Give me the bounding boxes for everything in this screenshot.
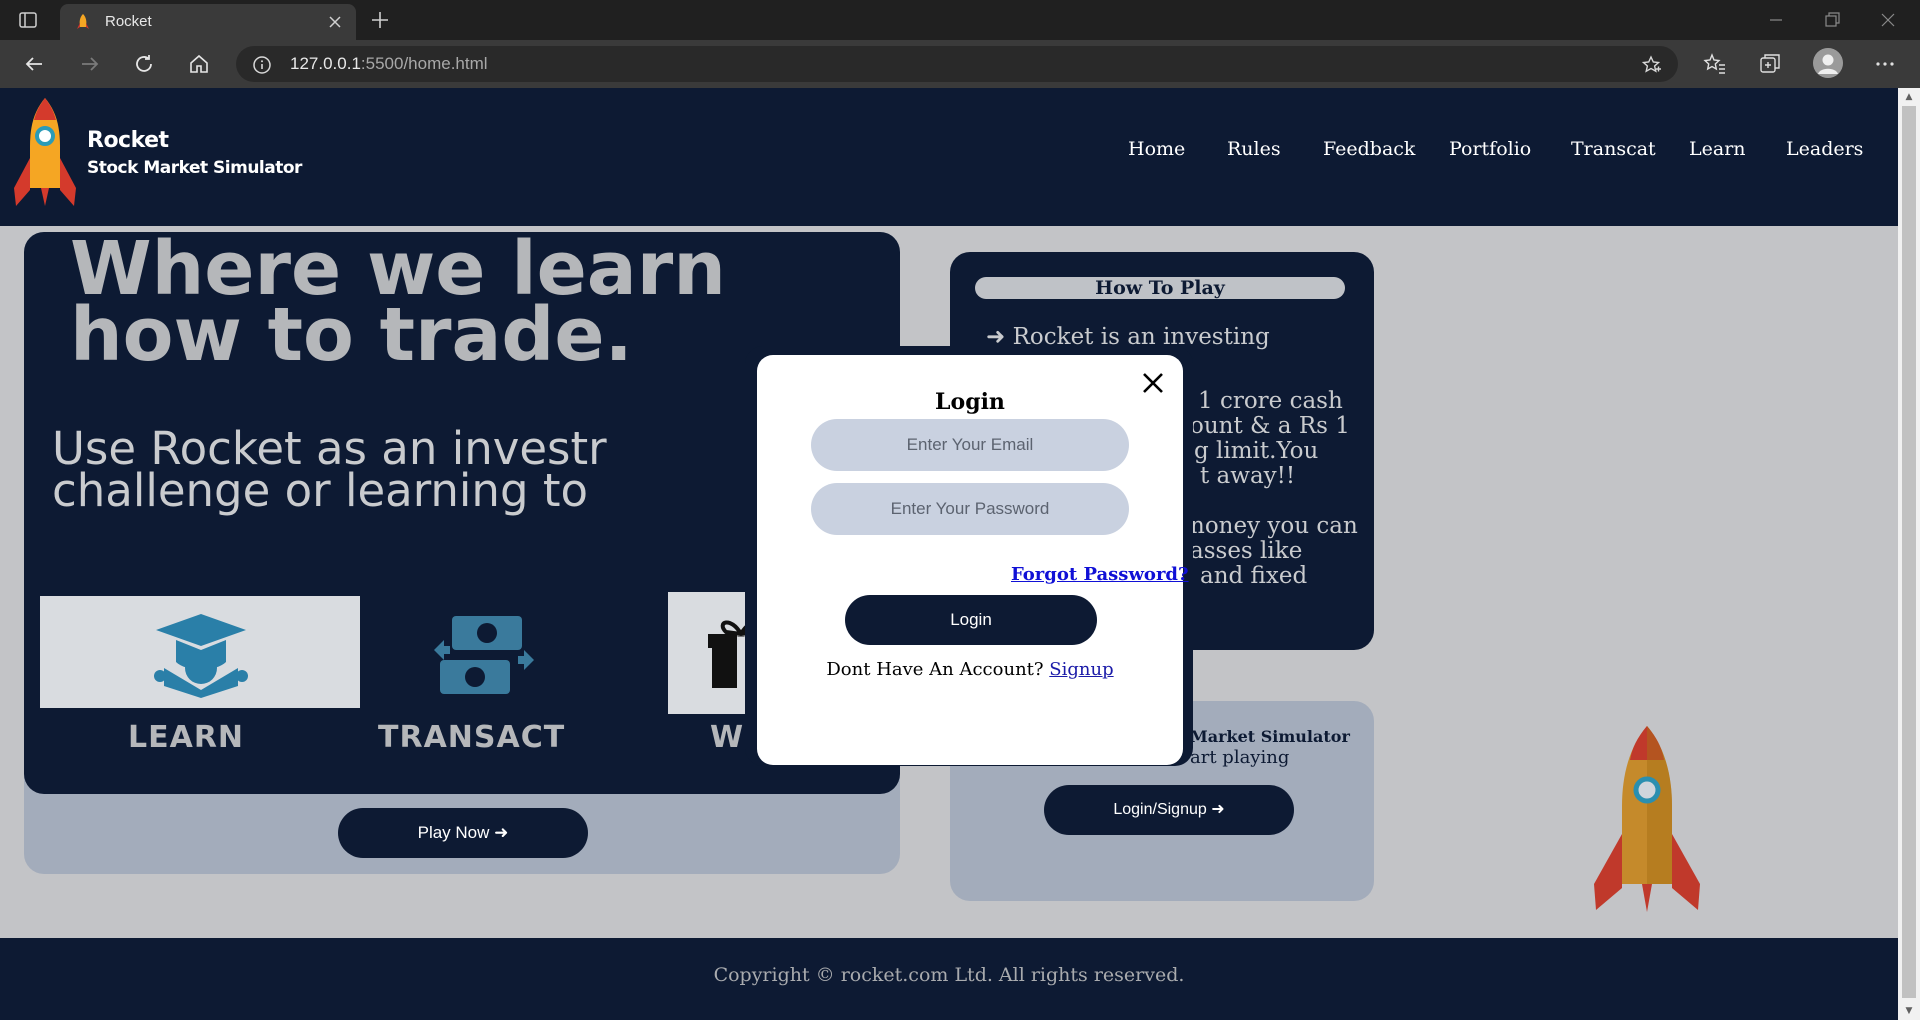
window-close-icon[interactable]	[1876, 8, 1900, 32]
account-prompt-text: Dont Have An Account?	[826, 659, 1044, 680]
favorites-icon[interactable]	[1702, 51, 1728, 77]
rocket-favicon-icon	[74, 13, 92, 31]
site-info-icon[interactable]	[252, 55, 272, 75]
scrollbar-thumb[interactable]	[1902, 106, 1916, 998]
scroll-down-icon[interactable]: ▼	[1903, 1005, 1915, 1017]
tab-close-icon[interactable]	[324, 11, 346, 33]
browser-tab-bar: Rocket	[0, 0, 1920, 40]
browser-toolbar: 127.0.0.1:5500/home.html	[0, 40, 1920, 88]
signup-link[interactable]: Signup	[1049, 659, 1113, 680]
browser-tab-active[interactable]: Rocket	[60, 4, 356, 40]
profile-icon[interactable]	[1813, 48, 1843, 78]
minimize-icon[interactable]	[1764, 8, 1788, 32]
address-bar[interactable]: 127.0.0.1:5500/home.html	[236, 46, 1678, 82]
collections-icon[interactable]	[1757, 51, 1783, 77]
email-field[interactable]	[811, 419, 1129, 471]
tab-actions-icon[interactable]	[18, 10, 38, 30]
new-tab-icon[interactable]	[368, 8, 392, 32]
page-scrollbar[interactable]: ▲ ▼	[1898, 88, 1920, 1020]
scroll-up-icon[interactable]: ▲	[1903, 91, 1915, 103]
password-field[interactable]	[811, 483, 1129, 535]
signup-prompt: Dont Have An Account? Signup	[757, 659, 1183, 680]
tab-title: Rocket	[105, 13, 152, 30]
url-text: 127.0.0.1:5500/home.html	[290, 54, 488, 74]
forgot-password-link[interactable]: Forgot Password?	[1011, 564, 1189, 585]
web-page: Rocket Stock Market Simulator Home Rules…	[0, 88, 1898, 1020]
refresh-icon[interactable]	[132, 52, 156, 76]
url-host: 127.0.0.1	[290, 54, 361, 73]
url-path: :5500/home.html	[360, 54, 488, 73]
home-icon[interactable]	[187, 52, 211, 76]
forward-icon[interactable]	[78, 52, 102, 76]
back-icon[interactable]	[22, 52, 46, 76]
favorites-add-icon[interactable]	[1640, 54, 1662, 76]
more-icon[interactable]	[1872, 51, 1898, 77]
restore-icon[interactable]	[1820, 8, 1844, 32]
login-title: Login	[935, 389, 1005, 415]
login-modal: Login Forgot Password? Login Dont Have A…	[757, 355, 1189, 765]
login-button[interactable]: Login	[845, 595, 1097, 645]
